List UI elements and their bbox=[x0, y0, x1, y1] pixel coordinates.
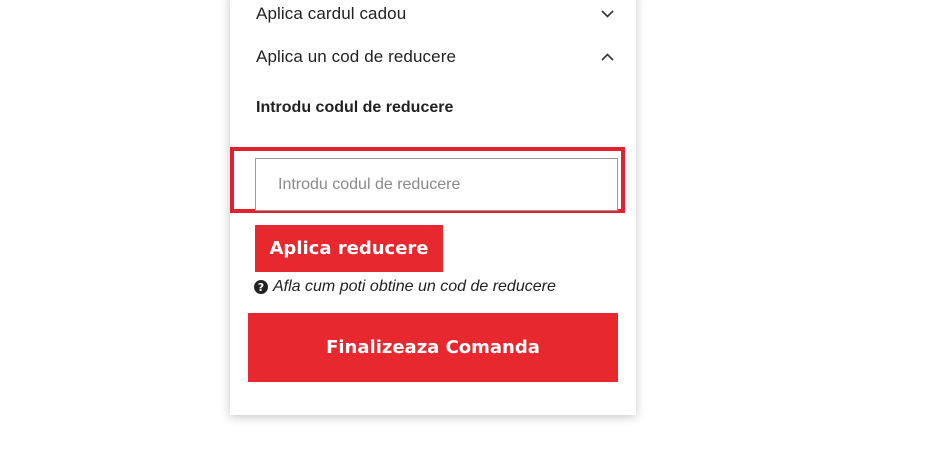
gift-card-accordion-label: Aplica cardul cadou bbox=[256, 4, 407, 23]
chevron-up-icon bbox=[600, 50, 614, 64]
order-summary-panel: Aplica cardul cadou Aplica un cod de red… bbox=[230, 0, 636, 415]
discount-help-link[interactable]: ? Afla cum poti obtine un cod de reducer… bbox=[254, 278, 556, 296]
discount-code-accordion[interactable]: Aplica un cod de reducere bbox=[256, 43, 616, 71]
page-background: Aplica cardul cadou Aplica un cod de red… bbox=[0, 0, 949, 450]
question-circle-icon: ? bbox=[254, 280, 268, 294]
discount-code-input[interactable] bbox=[255, 158, 618, 211]
discount-help-text: Afla cum poti obtine un cod de reducere bbox=[273, 278, 556, 295]
gift-card-accordion[interactable]: Aplica cardul cadou bbox=[256, 0, 616, 28]
chevron-down-icon bbox=[600, 7, 614, 21]
discount-code-accordion-label: Aplica un cod de reducere bbox=[256, 47, 457, 66]
checkout-button[interactable]: Finalizeaza Comanda bbox=[248, 313, 618, 382]
discount-section-title: Introdu codul de reducere bbox=[256, 99, 454, 116]
apply-discount-button[interactable]: Aplica reducere bbox=[255, 225, 443, 272]
